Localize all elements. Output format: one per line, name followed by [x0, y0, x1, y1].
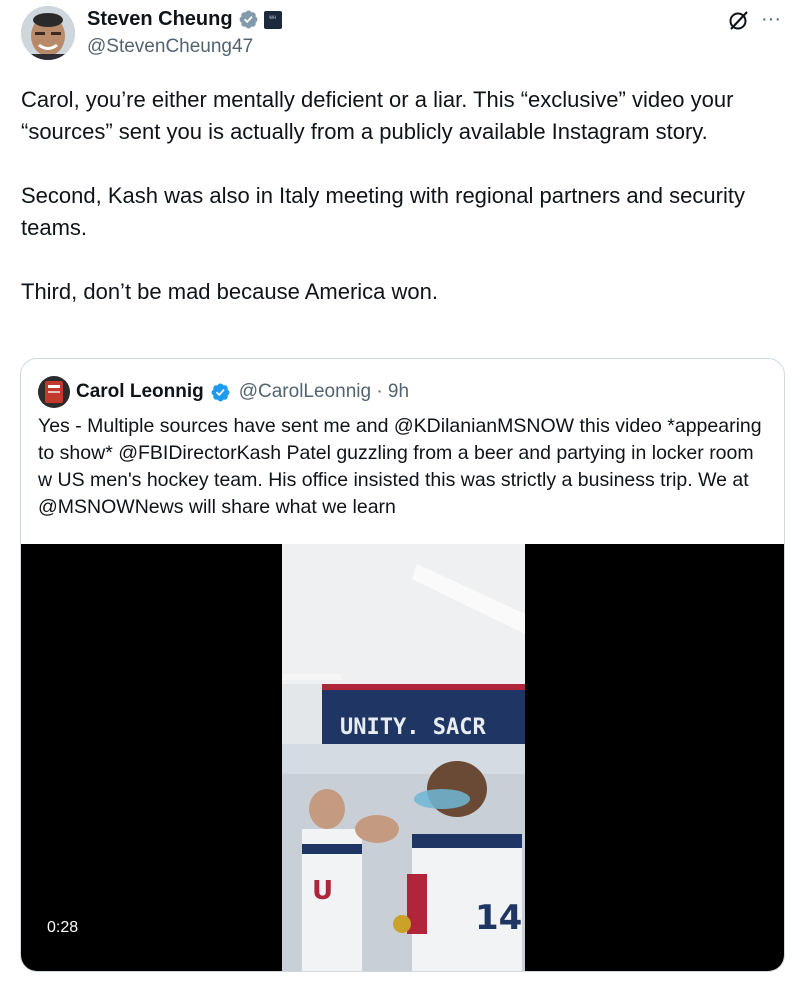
quoted-verified-badge-icon[interactable]: [210, 382, 231, 403]
video-thumbnail: UNITY. SACR U 14: [282, 544, 525, 971]
jersey-number: 14: [475, 898, 522, 938]
tweet-paragraph: Second, Kash was also in Italy meeting w…: [21, 183, 745, 240]
quoted-tweet-card[interactable]: Carol Leonnig @CarolLeonnig · 9h Yes - M…: [20, 358, 785, 972]
more-options-icon[interactable]: ···: [761, 8, 781, 31]
quoted-author-name[interactable]: Carol Leonnig: [76, 381, 204, 403]
banner-text: UNITY. SACR: [340, 715, 486, 740]
author-avatar-image: [21, 6, 75, 60]
author-avatar[interactable]: [21, 6, 75, 60]
verified-badge-icon[interactable]: [238, 9, 259, 30]
jersey-letter: U: [312, 876, 333, 906]
tweet-paragraph: Third, don’t be mad because America won.: [21, 279, 439, 304]
quoted-author-avatar[interactable]: [38, 376, 70, 408]
video-frame: UNITY. SACR U 14: [282, 544, 525, 971]
author-name[interactable]: Steven Cheung: [87, 8, 233, 31]
quoted-tweet-text: Yes - Multiple sources have sent me and …: [38, 415, 762, 518]
video-duration: 0:28: [39, 916, 87, 940]
tweet-paragraph: Carol, you’re either mentally deficient …: [21, 87, 734, 144]
author-name-row: Steven Cheung WH: [87, 8, 282, 31]
author-handle[interactable]: @StevenCheung47: [87, 36, 253, 58]
tweet-text: Carol, you’re either mentally deficient …: [21, 84, 781, 308]
grok-icon[interactable]: [727, 9, 751, 33]
affiliation-badge-icon[interactable]: WH: [263, 10, 282, 29]
quoted-author-handle-time[interactable]: @CarolLeonnig · 9h: [239, 381, 409, 403]
quoted-tweet-header: Carol Leonnig @CarolLeonnig · 9h: [38, 376, 409, 408]
affiliation-badge-text: WH: [269, 14, 277, 20]
video-player[interactable]: UNITY. SACR U 14 0:28: [21, 544, 784, 971]
